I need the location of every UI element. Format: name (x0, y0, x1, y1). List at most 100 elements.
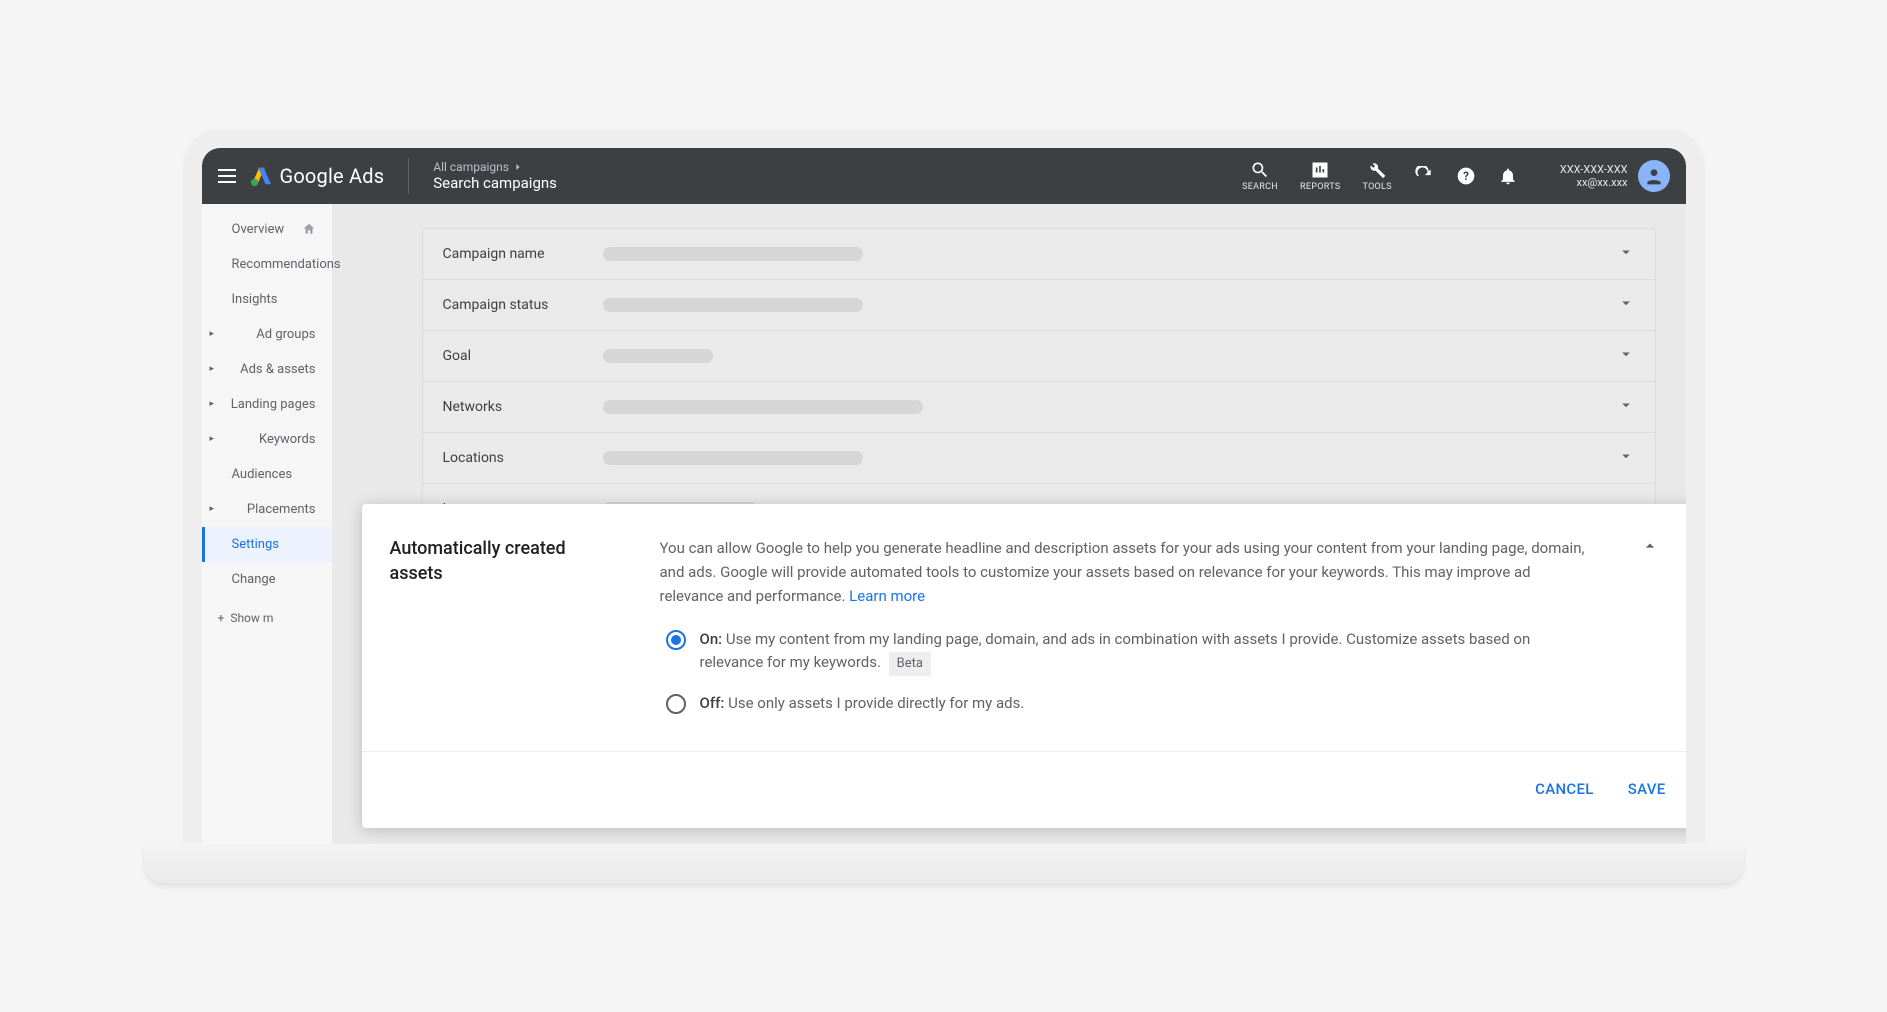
laptop-base (144, 843, 1744, 883)
sidebar-label: Recommendations (232, 257, 341, 272)
caret-icon: ▸ (210, 399, 219, 409)
sidebar-label: Keywords (259, 432, 315, 447)
on-text: Use my content from my landing page, dom… (700, 630, 1531, 671)
placeholder (603, 451, 863, 465)
sidebar-label: Overview (232, 222, 285, 237)
workspace: Overview Recommendations Insights ▸ Ad gr… (202, 204, 1686, 844)
menu-icon[interactable] (218, 169, 236, 183)
panel-description: You can allow Google to help you generat… (660, 536, 1590, 608)
placeholder (603, 400, 923, 414)
account-switcher[interactable]: XXX-XXX-XXX xx@xx.xxx (1560, 160, 1670, 192)
collapse-button[interactable] (1630, 536, 1670, 732)
caret-icon: ▸ (210, 504, 219, 514)
show-more-label: Show m (230, 611, 273, 625)
avatar[interactable] (1638, 160, 1670, 192)
chevron-up-icon (1640, 536, 1660, 556)
sidebar-label: Audiences (232, 467, 293, 482)
separator (408, 158, 409, 194)
sidebar-item-recommendations[interactable]: Recommendations (202, 247, 332, 282)
save-button[interactable]: SAVE (1624, 774, 1670, 804)
row-label: Goal (443, 348, 603, 364)
placeholder (603, 247, 863, 261)
sidebar-item-placements[interactable]: ▸ Placements (202, 492, 332, 527)
row-campaign-name[interactable]: Campaign name (423, 229, 1655, 280)
sidebar-item-change[interactable]: Change (202, 562, 332, 597)
row-goal[interactable]: Goal (423, 331, 1655, 382)
search-icon (1250, 160, 1270, 180)
sidebar-label: Settings (232, 537, 279, 552)
notifications-button[interactable] (1498, 166, 1518, 186)
chevron-right-icon (513, 162, 523, 172)
placeholder (603, 298, 863, 312)
product-logo[interactable]: Google Ads (250, 164, 385, 188)
account-email: xx@xx.xxx (1577, 176, 1628, 189)
radio-on[interactable] (666, 630, 686, 650)
beta-badge: Beta (889, 652, 931, 676)
option-off[interactable]: Off: Use only assets I provide directly … (666, 692, 1590, 715)
reports-button[interactable]: REPORTS (1300, 160, 1340, 192)
row-label: Networks (443, 399, 603, 415)
sidebar-item-audiences[interactable]: Audiences (202, 457, 332, 492)
chevron-down-icon (1617, 447, 1635, 469)
placeholder (603, 349, 713, 363)
help-icon: ? (1456, 166, 1476, 186)
top-actions: SEARCH REPORTS TOOLS ? XXX-XXX-XXX (1242, 160, 1669, 192)
sidebar-label: Insights (232, 292, 278, 307)
cancel-button[interactable]: CANCEL (1531, 774, 1598, 804)
help-button[interactable]: ? (1456, 166, 1476, 186)
chevron-down-icon (1617, 345, 1635, 367)
learn-more-link[interactable]: Learn more (849, 587, 925, 605)
sidebar-item-settings[interactable]: Settings (202, 527, 332, 562)
off-label: Off: (700, 694, 725, 712)
sidebar-item-landing-pages[interactable]: ▸ Landing pages (202, 387, 332, 422)
sidebar-label: Landing pages (231, 397, 316, 412)
row-label: Campaign status (443, 297, 603, 313)
refresh-button[interactable] (1414, 166, 1434, 186)
home-icon (302, 222, 316, 236)
row-label: Campaign name (443, 246, 603, 262)
breadcrumb-top: All campaigns (433, 160, 509, 174)
reports-icon (1310, 160, 1330, 180)
caret-icon: ▸ (210, 364, 219, 374)
caret-icon: ▸ (210, 329, 219, 339)
row-campaign-status[interactable]: Campaign status (423, 280, 1655, 331)
on-label: On: (700, 630, 723, 648)
description-text: You can allow Google to help you generat… (660, 539, 1585, 605)
tools-button[interactable]: TOOLS (1363, 160, 1392, 192)
sidebar-item-overview[interactable]: Overview (202, 212, 332, 247)
chevron-down-icon (1617, 396, 1635, 418)
refresh-icon (1414, 166, 1434, 186)
bell-icon (1498, 166, 1518, 186)
product-name: Google Ads (280, 164, 385, 188)
sidebar-item-keywords[interactable]: ▸Keywords (202, 422, 332, 457)
sidebar-label: Ad groups (256, 327, 315, 342)
laptop-frame: Google Ads All campaigns Search campaign… (184, 130, 1704, 844)
off-text: Use only assets I provide directly for m… (728, 694, 1024, 712)
chevron-down-icon (1617, 243, 1635, 265)
row-locations[interactable]: Locations (423, 433, 1655, 484)
sidebar-label: Placements (247, 502, 316, 517)
plus-icon: + (218, 611, 225, 625)
sidebar-item-ads-assets[interactable]: ▸Ads & assets (202, 352, 332, 387)
row-label: Locations (443, 450, 603, 466)
search-button[interactable]: SEARCH (1242, 160, 1278, 192)
breadcrumb[interactable]: All campaigns Search campaigns (433, 160, 557, 192)
auto-assets-panel: Automatically created assets You can all… (362, 504, 1698, 829)
sidebar: Overview Recommendations Insights ▸ Ad gr… (202, 204, 332, 844)
svg-text:?: ? (1463, 169, 1469, 183)
person-icon (1644, 166, 1664, 186)
breadcrumb-sub: Search campaigns (433, 174, 557, 192)
option-on[interactable]: On: Use my content from my landing page,… (666, 628, 1590, 676)
sidebar-label: Change (232, 572, 276, 587)
tools-icon (1367, 160, 1387, 180)
main-content: Campaign name Campaign status Goal Netwo… (332, 204, 1686, 844)
sidebar-item-ad-groups[interactable]: ▸ Ad groups (202, 317, 332, 352)
sidebar-item-insights[interactable]: Insights (202, 282, 332, 317)
chevron-down-icon (1617, 294, 1635, 316)
account-id: XXX-XXX-XXX (1560, 163, 1628, 176)
sidebar-show-more[interactable]: + Show m (202, 597, 332, 639)
top-bar: Google Ads All campaigns Search campaign… (202, 148, 1686, 204)
row-networks[interactable]: Networks (423, 382, 1655, 433)
radio-off[interactable] (666, 694, 686, 714)
search-label: SEARCH (1242, 182, 1278, 192)
